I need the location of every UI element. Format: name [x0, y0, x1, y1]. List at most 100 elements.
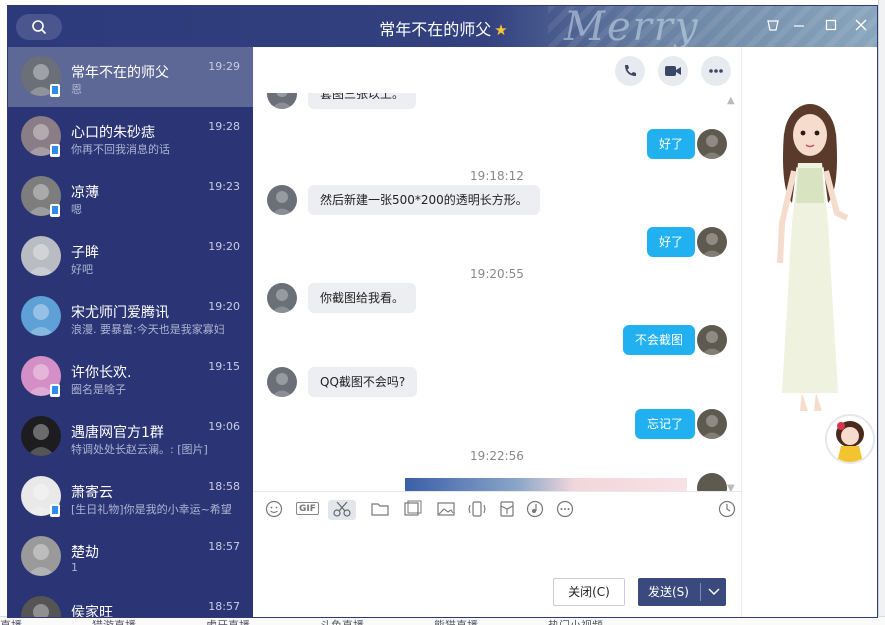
red-packet-button[interactable] [496, 500, 518, 520]
contact-item[interactable]: 萧寄云 18:58 [生日礼物]你是我的小幸运~希望 [8, 467, 253, 527]
mobile-online-icon [50, 144, 60, 157]
qq-chat-window: Merry 常年不在的师父 ★ 常年不在的师父 19:29 恩心口的朱砂痣 19:28 你… [7, 5, 878, 618]
voice-call-button[interactable] [615, 56, 645, 86]
contact-time: 19:20 [208, 240, 240, 253]
contact-item[interactable]: 许你长欢. 19:15 圈名是啥子 [8, 347, 253, 407]
mobile-online-icon [50, 84, 60, 97]
self-avatar[interactable] [697, 325, 727, 355]
more-tools-button[interactable] [554, 500, 576, 520]
contact-name: 楚劫 [71, 545, 99, 561]
scissors-icon [333, 501, 351, 517]
qq-show-avatar-icon [827, 416, 873, 462]
contact-item[interactable]: 宋尤师门爱腾讯 19:20 浪漫. 要暴富:今天也是我家寡妇 [8, 287, 253, 347]
video-call-button[interactable] [658, 56, 688, 86]
send-button-label: 发送(S) [648, 585, 689, 599]
contact-avatar [21, 296, 61, 336]
message-input[interactable]: 关闭(C) 发送(S) [253, 527, 741, 617]
scroll-up-icon[interactable]: ▲ [727, 95, 735, 106]
star-icon: ★ [494, 21, 508, 39]
contact-avatar [21, 236, 61, 276]
gif-icon: GIF [299, 504, 316, 514]
send-file-button[interactable] [369, 500, 391, 520]
desktop-right-edge [878, 0, 885, 625]
contact-name: 萧寄云 [71, 485, 113, 501]
contact-time: 19:28 [208, 120, 240, 133]
self-avatar[interactable] [697, 227, 727, 257]
close-chat-button[interactable]: 关闭(C) [553, 578, 625, 606]
desktop-bottom-text: 热门小视频 [548, 617, 603, 625]
contact-name: 许你长欢. [71, 365, 132, 381]
self-avatar[interactable] [697, 409, 727, 439]
contact-item[interactable]: 凉薄 19:23 嗯 [8, 167, 253, 227]
red-packet-icon [500, 501, 514, 517]
sender-avatar[interactable] [267, 283, 297, 313]
shake-icon [468, 501, 486, 517]
screenshot-button[interactable] [328, 500, 356, 520]
mobile-online-icon [50, 384, 60, 397]
photo-album-button[interactable] [402, 500, 424, 520]
contact-item[interactable]: 常年不在的师父 19:29 恩 [8, 47, 253, 107]
shake-button[interactable] [466, 500, 488, 520]
more-icon [709, 69, 723, 73]
contact-item[interactable]: 侯家旺 18:57 [8, 587, 253, 617]
contact-list[interactable]: 常年不在的师父 19:29 恩心口的朱砂痣 19:28 你再不回我消息的话凉薄 19:23… [8, 47, 253, 617]
sender-avatar[interactable] [267, 367, 297, 397]
minimize-icon [794, 25, 804, 27]
send-button[interactable]: 发送(S) [638, 578, 726, 606]
contact-last-message: 特调处处长赵云澜。: [图片] [71, 443, 208, 456]
contact-time: 18:58 [208, 480, 240, 493]
contact-name: 常年不在的师父 [71, 65, 169, 81]
self-avatar[interactable] [697, 473, 727, 491]
skin-button[interactable] [762, 14, 784, 36]
maximize-button[interactable] [820, 14, 842, 36]
sender-avatar[interactable] [267, 185, 297, 215]
contact-avatar [21, 416, 61, 456]
minimize-button[interactable] [788, 14, 810, 36]
qq-show-figure-illustration [777, 104, 849, 411]
qq-show-avatar-button[interactable] [825, 414, 875, 464]
outgoing-message-bubble: 不会截图 [622, 325, 695, 355]
close-window-button[interactable] [850, 14, 872, 36]
desktop-bottom-text: 熊猫直播 [434, 617, 478, 625]
send-options-dropdown[interactable] [704, 578, 724, 607]
desktop-bottom-text: 猎游直播 [92, 617, 136, 625]
music-button[interactable] [524, 500, 546, 520]
image-gallery-icon [404, 500, 422, 516]
contact-avatar [21, 596, 61, 617]
incoming-message-bubble: 你截图给我看。 [308, 283, 417, 313]
message-history-button[interactable] [716, 500, 738, 520]
more-options-button[interactable] [701, 56, 731, 86]
scroll-down-icon[interactable]: ▼ [727, 483, 735, 491]
emoji-button[interactable] [263, 500, 285, 520]
contact-item[interactable]: 遇唐网官方1群 19:06 特调处处长赵云澜。: [图片] [8, 407, 253, 467]
message-timestamp: 19:18:12 [470, 169, 524, 183]
search-icon [32, 20, 47, 35]
image-message-preview[interactable] [405, 478, 687, 491]
search-button[interactable] [16, 14, 62, 40]
message-timestamp: 19:22:56 [470, 449, 524, 463]
sender-avatar[interactable] [267, 93, 297, 109]
contact-item[interactable]: 心口的朱砂痣 19:28 你再不回我消息的话 [8, 107, 253, 167]
self-avatar[interactable] [697, 129, 727, 159]
contact-item[interactable]: 楚劫 18:57 1 [8, 527, 253, 587]
contact-last-message: 恩 [71, 83, 82, 96]
send-button-divider [700, 583, 701, 601]
send-image-button[interactable] [435, 500, 457, 520]
message-list[interactable]: 套图三张以上。 好了 19:18:12 然后新建一张500*200的透明长方形。 好了 1… [253, 93, 741, 491]
contact-time: 19:06 [208, 420, 240, 433]
more-circle-icon [556, 500, 574, 518]
skin-icon [767, 20, 779, 31]
title-bar[interactable]: Merry 常年不在的师父 ★ [8, 6, 877, 50]
incoming-message-bubble: QQ截图不会吗? [308, 367, 418, 397]
gif-button[interactable]: GIF [296, 502, 319, 515]
window-title-text: 常年不在的师父 [379, 20, 492, 39]
desktop-bottom-text: 斗鱼直播 [320, 617, 364, 625]
chat-header [253, 47, 741, 93]
contact-last-message: 你再不回我消息的话 [71, 143, 170, 156]
contact-name: 宋尤师门爱腾讯 [71, 305, 169, 321]
contact-item[interactable]: 子眸 19:20 好吧 [8, 227, 253, 287]
mobile-online-icon [50, 204, 60, 217]
contact-name: 心口的朱砂痣 [71, 125, 155, 141]
contact-name: 遇唐网官方1群 [71, 425, 164, 441]
contact-time: 19:29 [208, 60, 240, 73]
